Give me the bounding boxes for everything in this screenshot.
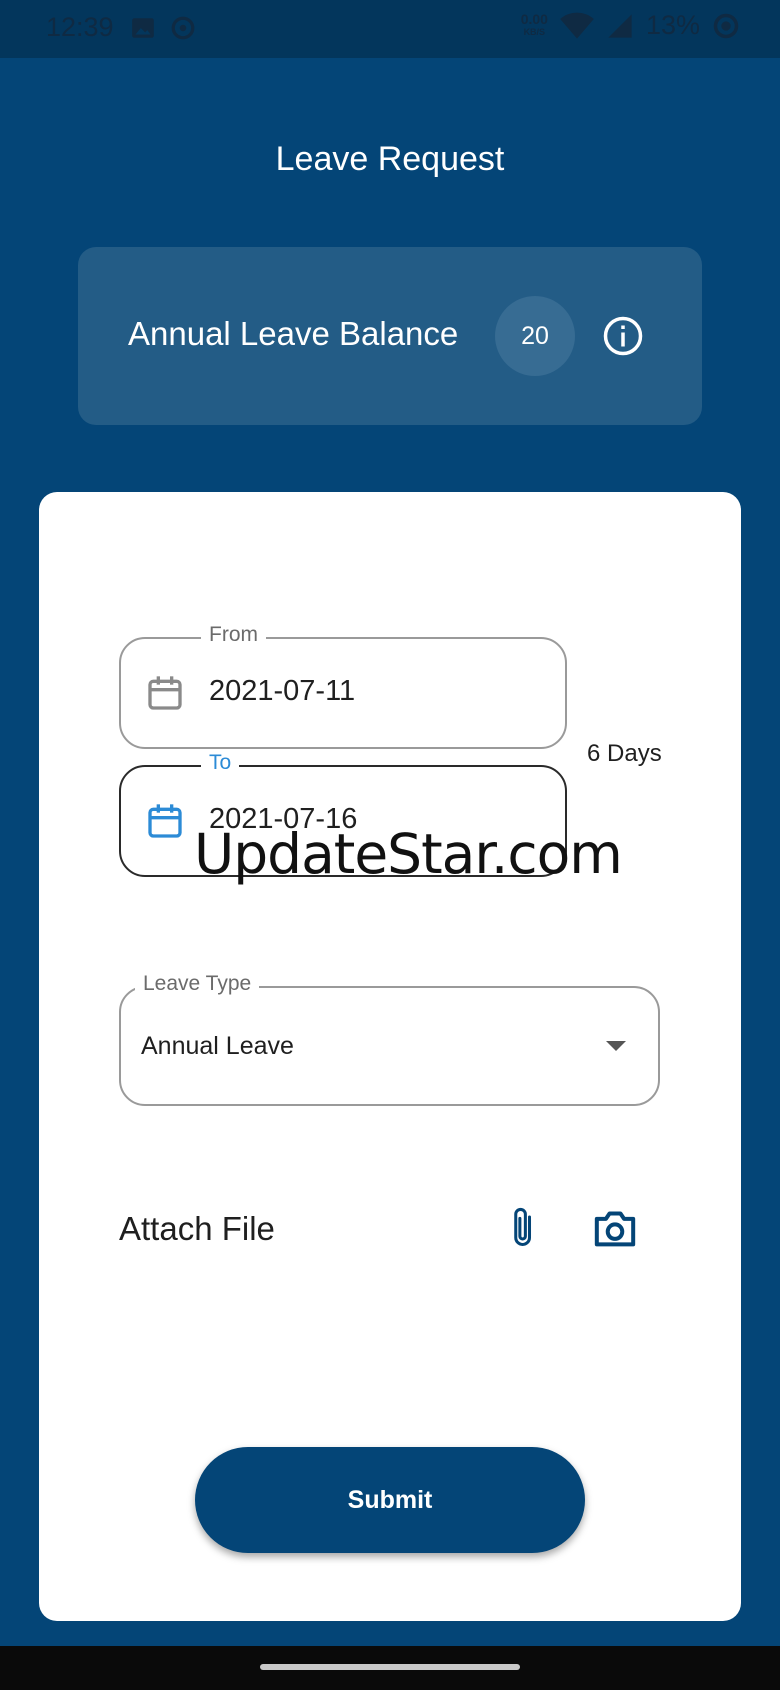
battery-icon [713, 13, 739, 38]
from-date-field[interactable]: From 2021-07-11 [119, 623, 567, 749]
image-icon [132, 18, 154, 38]
camera-icon[interactable] [593, 1208, 637, 1248]
calendar-icon [148, 676, 182, 710]
net-speed-value: 0.00 [520, 10, 548, 27]
home-indicator[interactable] [260, 1664, 520, 1670]
status-right: 0.00 KB/S 13% [521, 10, 740, 41]
leave-form-card: From 2021-07-11 6 Days To 2021-07-16 Upd… [39, 492, 741, 1621]
net-speed: 0.00 KB/S [520, 10, 548, 39]
navigation-bar [0, 1646, 780, 1690]
battery-percent: 13% [645, 10, 700, 40]
leave-type-select[interactable]: Leave Type Annual Leave [119, 972, 660, 1106]
signal-icon [608, 13, 632, 38]
info-icon[interactable] [602, 315, 644, 357]
paperclip-icon[interactable] [507, 1206, 541, 1250]
calendar-icon [148, 804, 182, 838]
status-bar: 12:39 0.00 KB/S 13% [0, 0, 780, 58]
attach-file-label: Attach File [119, 1210, 275, 1247]
status-time: 12:39 [46, 12, 114, 42]
leave-type-value: Annual Leave [141, 1032, 294, 1060]
balance-count-badge: 20 [495, 296, 575, 376]
to-label: To [201, 751, 240, 775]
net-speed-unit: KB/S [523, 26, 546, 37]
watermark: UpdateStar.com [194, 822, 623, 886]
leave-balance-card: Annual Leave Balance 20 [78, 247, 702, 425]
from-label: From [201, 623, 266, 647]
chevron-down-icon[interactable] [606, 1041, 626, 1051]
page-title: Leave Request [275, 140, 505, 178]
wifi-icon [560, 12, 594, 39]
leave-type-label: Leave Type [135, 972, 260, 996]
from-date-value: 2021-07-11 [209, 675, 356, 707]
balance-label: Annual Leave Balance [128, 315, 459, 352]
sync-icon [171, 16, 195, 40]
submit-button[interactable]: Submit [195, 1447, 585, 1553]
days-count: 6 Days [587, 740, 662, 767]
